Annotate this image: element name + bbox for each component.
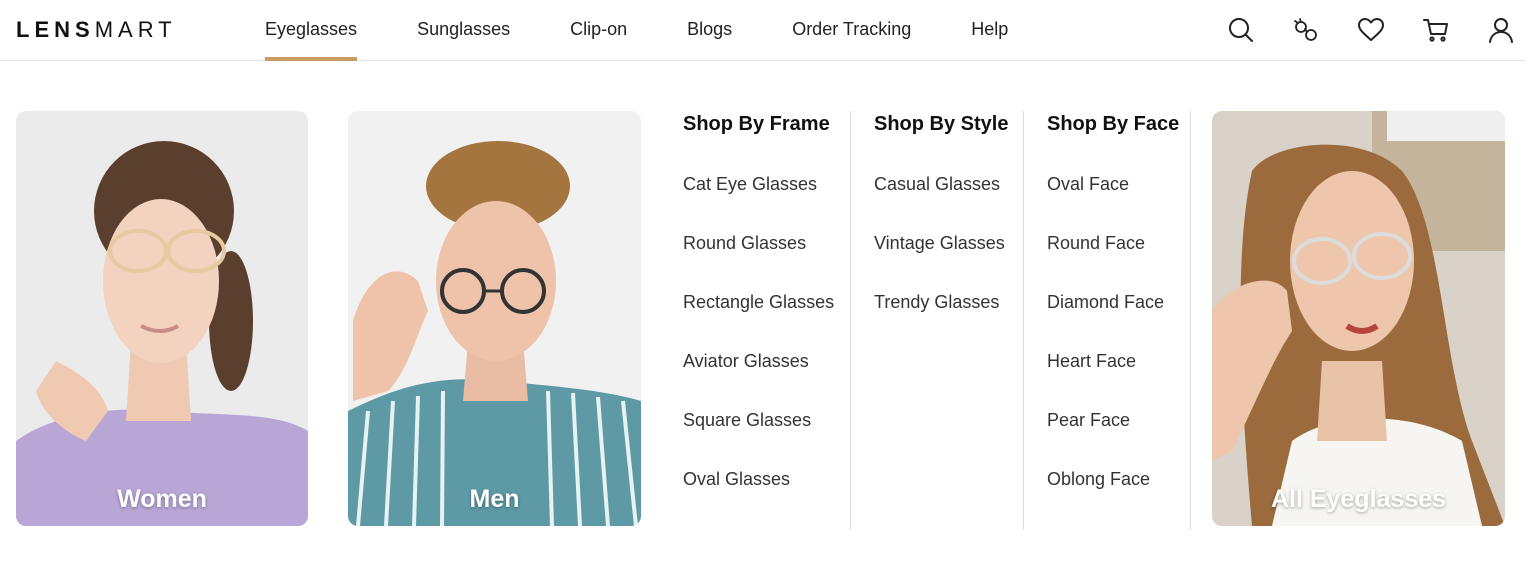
account-icon[interactable] <box>1485 14 1517 46</box>
logo-part-light: MART <box>94 17 177 42</box>
link-oval-face[interactable]: Oval Face <box>1047 173 1179 195</box>
link-trendy-glasses[interactable]: Trendy Glasses <box>874 291 1008 313</box>
women-photo <box>16 111 308 526</box>
link-oval-glasses[interactable]: Oval Glasses <box>683 468 834 490</box>
link-round-glasses[interactable]: Round Glasses <box>683 232 834 254</box>
all-eyeglasses-card-label: All Eyeglasses <box>1270 485 1447 513</box>
link-vintage-glasses[interactable]: Vintage Glasses <box>874 232 1008 254</box>
nav-eyeglasses[interactable]: Eyeglasses <box>265 0 358 61</box>
header-icons <box>1225 14 1525 46</box>
link-heart-face[interactable]: Heart Face <box>1047 350 1179 372</box>
lensmart-logo[interactable]: LENSMART <box>16 17 177 43</box>
men-card-label: Men <box>469 485 520 513</box>
nav-blogs[interactable]: Blogs <box>687 0 732 61</box>
link-diamond-face[interactable]: Diamond Face <box>1047 291 1179 313</box>
column-divider <box>1023 111 1024 530</box>
link-aviator-glasses[interactable]: Aviator Glasses <box>683 350 834 372</box>
women-card-label: Women <box>117 485 207 513</box>
link-rectangle-glasses[interactable]: Rectangle Glasses <box>683 291 834 313</box>
shop-by-style-column: Shop By Style Casual Glasses Vintage Gla… <box>874 111 1008 313</box>
men-category-card[interactable]: Men <box>348 111 641 526</box>
all-eyeglasses-card[interactable]: All Eyeglasses <box>1212 111 1505 526</box>
men-photo <box>348 111 641 526</box>
logo-part-bold: LENS <box>16 17 95 42</box>
search-icon[interactable] <box>1225 14 1257 46</box>
try-on-icon[interactable] <box>1290 14 1322 46</box>
shop-by-face-column: Shop By Face Oval Face Round Face Diamon… <box>1047 111 1179 490</box>
main-nav: Eyeglasses Sunglasses Clip-on Blogs Orde… <box>265 0 1068 61</box>
column-divider <box>850 111 851 530</box>
women-category-card[interactable]: Women <box>16 111 308 526</box>
link-cat-eye-glasses[interactable]: Cat Eye Glasses <box>683 173 834 195</box>
nav-clip-on[interactable]: Clip-on <box>570 0 627 61</box>
nav-order-tracking[interactable]: Order Tracking <box>792 0 911 61</box>
link-oblong-face[interactable]: Oblong Face <box>1047 468 1179 490</box>
shop-by-frame-column: Shop By Frame Cat Eye Glasses Round Glas… <box>683 111 834 490</box>
link-round-face[interactable]: Round Face <box>1047 232 1179 254</box>
link-casual-glasses[interactable]: Casual Glasses <box>874 173 1008 195</box>
nav-sunglasses[interactable]: Sunglasses <box>417 0 510 61</box>
link-pear-face[interactable]: Pear Face <box>1047 409 1179 431</box>
link-square-glasses[interactable]: Square Glasses <box>683 409 834 431</box>
shop-by-face-title: Shop By Face <box>1047 113 1180 135</box>
cart-icon[interactable] <box>1420 14 1452 46</box>
wishlist-heart-icon[interactable] <box>1355 14 1387 46</box>
column-divider <box>1190 111 1191 530</box>
site-header: LENSMART Eyeglasses Sunglasses Clip-on B… <box>0 0 1525 61</box>
shop-by-frame-title: Shop By Frame <box>683 113 830 135</box>
shop-by-style-title: Shop By Style <box>874 113 1009 135</box>
nav-help[interactable]: Help <box>971 0 1008 61</box>
all-eyeglasses-photo <box>1212 111 1505 526</box>
